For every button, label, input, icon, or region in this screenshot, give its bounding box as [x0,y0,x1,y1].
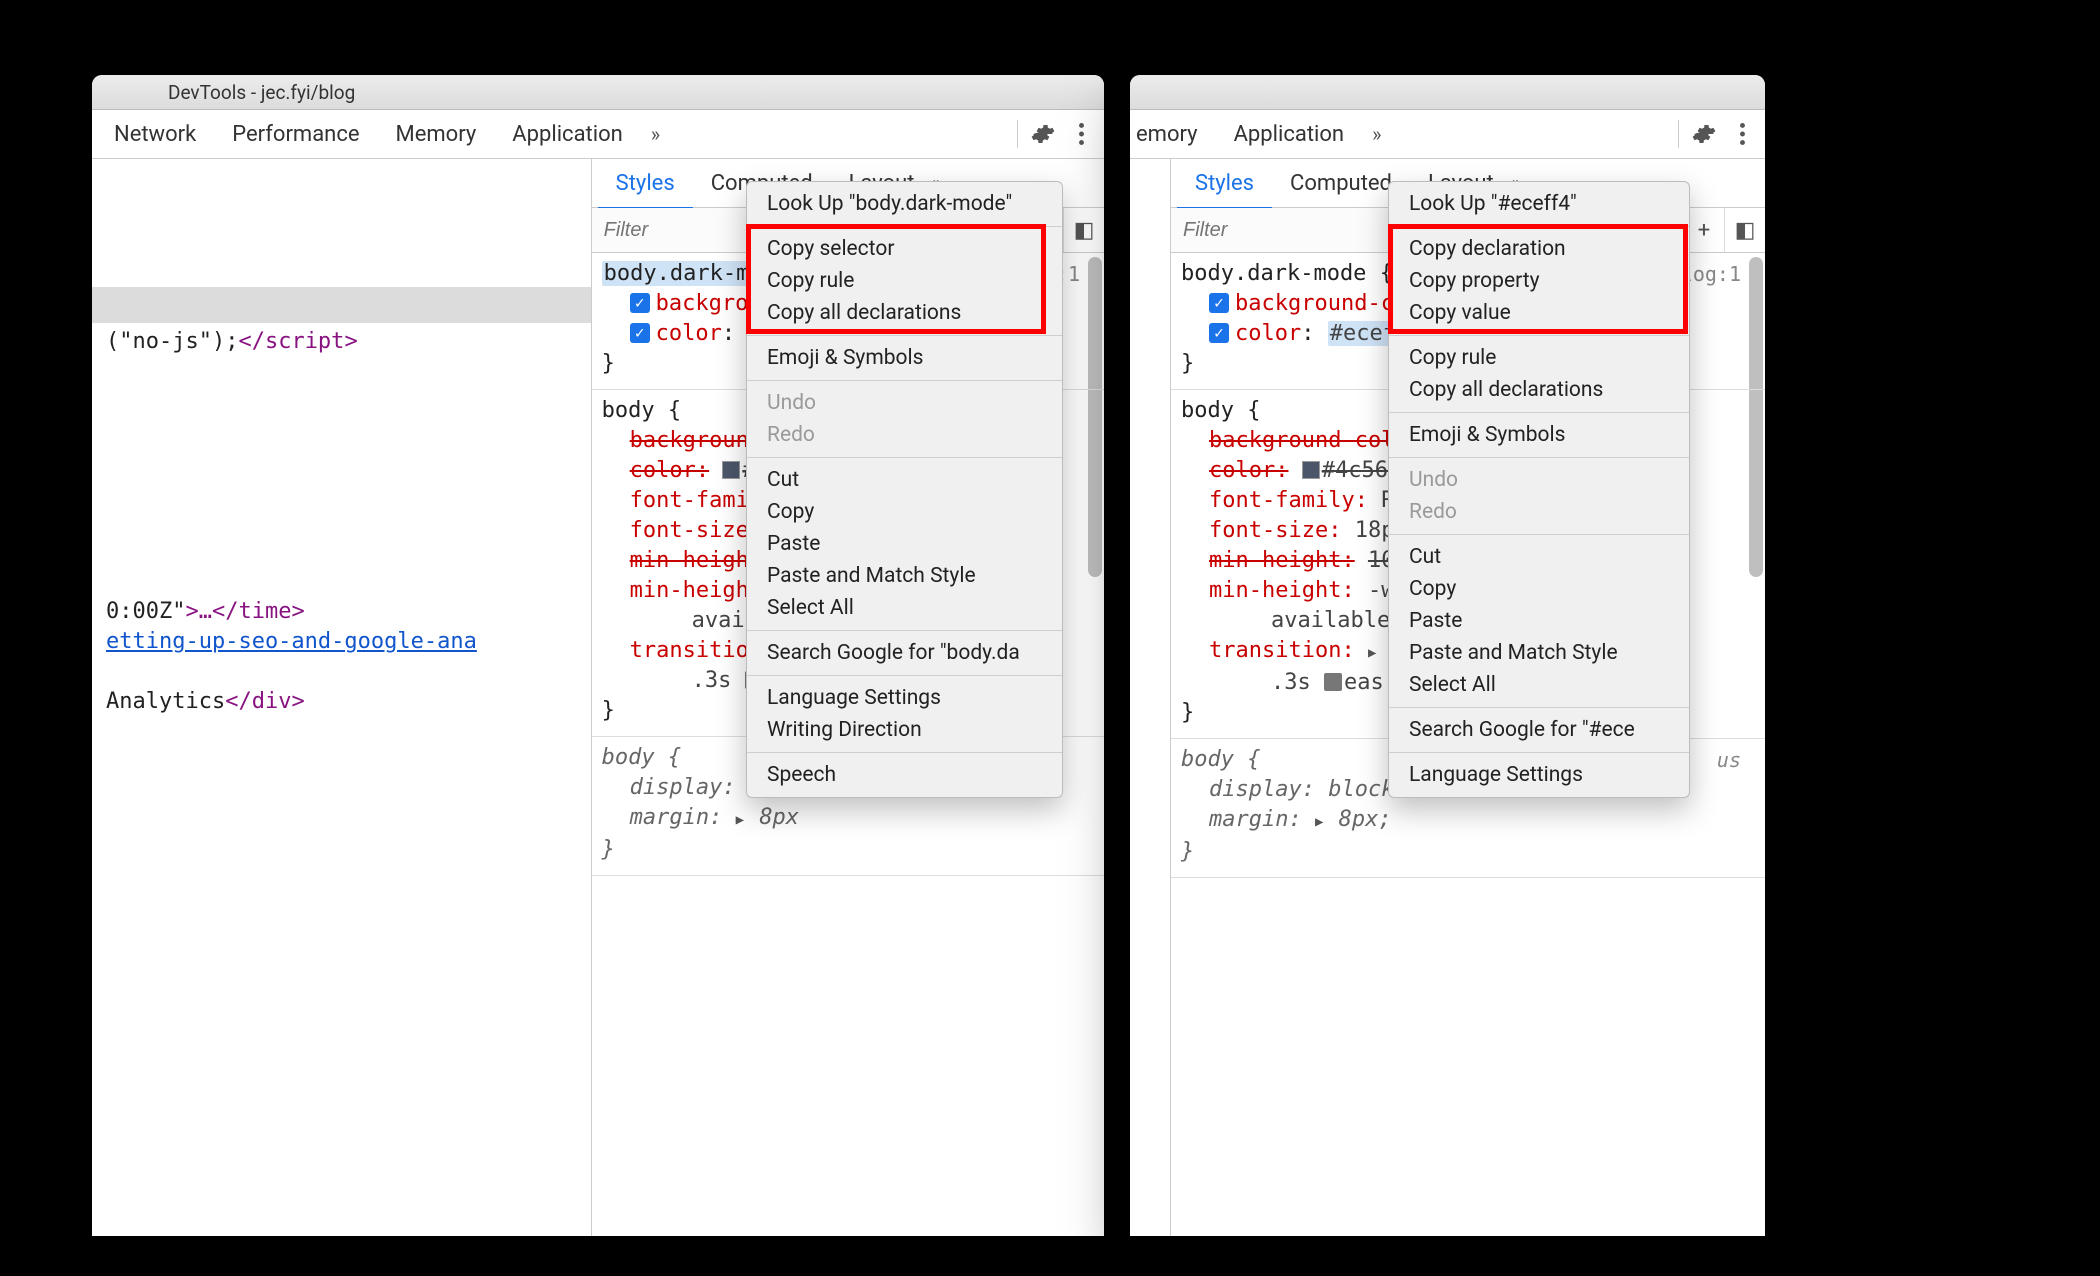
gear-icon[interactable] [1685,115,1723,153]
tab-memory[interactable]: emory [1134,110,1216,158]
ctx-select-all[interactable]: Select All [1389,669,1689,701]
toggle-sidebar-icon[interactable]: ◧ [1724,208,1765,252]
ctx-language-settings[interactable]: Language Settings [1389,759,1689,791]
tab-application[interactable]: Application [1216,110,1362,158]
checkbox-icon[interactable]: ✓ [630,323,650,343]
ctx-search-google[interactable]: Search Google for "#ece [1389,714,1689,746]
ctx-paste[interactable]: Paste [747,528,1062,560]
ctx-paste-match-style[interactable]: Paste and Match Style [747,560,1062,592]
ctx-copy-rule[interactable]: Copy rule [1389,342,1689,374]
tab-memory[interactable]: Memory [378,110,495,158]
ctx-copy-rule[interactable]: Copy rule [747,265,1062,297]
ctx-language-settings[interactable]: Language Settings [747,682,1062,714]
tabs-overflow-icon[interactable]: » [1362,122,1391,146]
ctx-copy[interactable]: Copy [747,496,1062,528]
color-swatch-icon[interactable] [722,461,740,479]
easing-icon[interactable] [1324,673,1342,691]
kebab-icon[interactable] [1062,115,1100,153]
ctx-redo: Redo [747,419,1062,451]
elements-pane-sliver [1130,159,1171,1236]
ctx-select-all[interactable]: Select All [747,592,1062,624]
source-code: ("no-js");</script> 0:00Z">…</time> etti… [106,327,477,717]
ctx-search-google[interactable]: Search Google for "body.da [747,637,1062,669]
ctx-copy-declaration[interactable]: Copy declaration [1389,233,1689,265]
ctx-copy-property[interactable]: Copy property [1389,265,1689,297]
context-menu-selector: Look Up "body.dark-mode" Copy selector C… [746,181,1063,798]
ctx-undo: Undo [1389,464,1689,496]
kebab-icon[interactable] [1723,115,1761,153]
window-titlebar [1130,75,1765,110]
toggle-sidebar-icon[interactable]: ◧ [1063,208,1104,252]
source-link[interactable]: etting-up-seo-and-google-ana [106,629,477,654]
ctx-copy-all-declarations[interactable]: Copy all declarations [747,297,1062,329]
ctx-copy[interactable]: Copy [1389,573,1689,605]
tab-network[interactable]: Network [96,110,214,158]
subtab-styles[interactable]: Styles [598,159,693,210]
ctx-emoji[interactable]: Emoji & Symbols [747,342,1062,374]
ua-label: us [1717,745,1741,775]
checkbox-icon[interactable]: ✓ [630,293,650,313]
tab-application[interactable]: Application [494,110,640,158]
ctx-lookup[interactable]: Look Up "body.dark-mode" [747,188,1062,220]
ctx-copy-selector[interactable]: Copy selector [747,233,1062,265]
ctx-cut[interactable]: Cut [747,464,1062,496]
color-swatch-icon[interactable] [1302,461,1320,479]
ctx-undo: Undo [747,387,1062,419]
window-titlebar: DevTools - jec.fyi/blog [92,75,1104,110]
source-highlight [92,287,591,323]
ctx-speech[interactable]: Speech [747,759,1062,791]
ctx-paste-match-style[interactable]: Paste and Match Style [1389,637,1689,669]
ctx-writing-direction[interactable]: Writing Direction [747,714,1062,746]
tabs-overflow-icon[interactable]: » [641,122,670,146]
context-menu-value: Look Up "#eceff4" Copy declaration Copy … [1388,181,1690,798]
window-title: DevTools - jec.fyi/blog [168,81,355,104]
main-tabs: Network Performance Memory Application » [92,110,1104,159]
ctx-lookup[interactable]: Look Up "#eceff4" [1389,188,1689,220]
main-tabs: emory Application » [1130,110,1765,159]
ctx-redo: Redo [1389,496,1689,528]
ctx-copy-value[interactable]: Copy value [1389,297,1689,329]
ctx-paste[interactable]: Paste [1389,605,1689,637]
checkbox-icon[interactable]: ✓ [1209,293,1229,313]
tab-performance[interactable]: Performance [214,110,377,158]
gear-icon[interactable] [1024,115,1062,153]
ctx-copy-all-declarations[interactable]: Copy all declarations [1389,374,1689,406]
checkbox-icon[interactable]: ✓ [1209,323,1229,343]
subtab-styles[interactable]: Styles [1177,159,1272,210]
ctx-emoji[interactable]: Emoji & Symbols [1389,419,1689,451]
ctx-cut[interactable]: Cut [1389,541,1689,573]
elements-pane[interactable]: ("no-js");</script> 0:00Z">…</time> etti… [92,159,592,1236]
